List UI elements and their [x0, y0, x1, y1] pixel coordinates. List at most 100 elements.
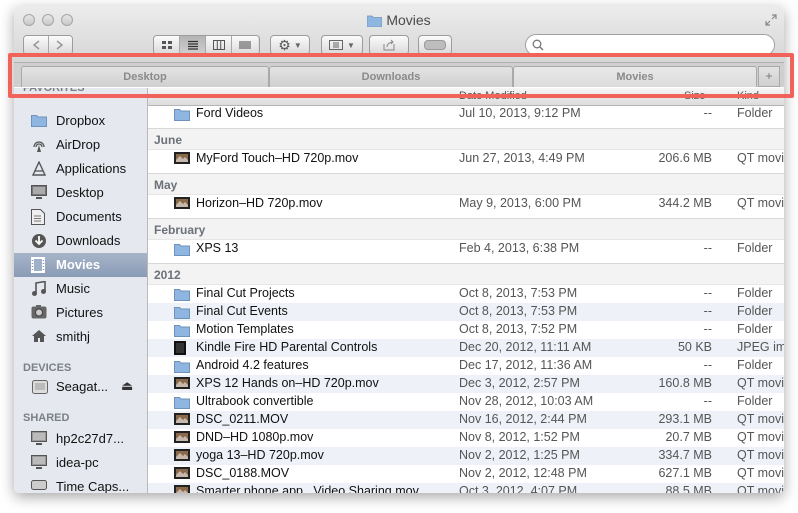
file-date: Nov 2, 2012, 1:25 PM	[459, 448, 580, 462]
group-header: 2012	[148, 263, 784, 285]
sidebar-item-airdrop[interactable]: AirDrop	[14, 133, 147, 157]
applications-icon	[31, 160, 49, 177]
file-date: Oct 3, 2012, 4:07 PM	[459, 484, 578, 493]
file-row[interactable]: Smarter phone app...Video Sharing.mov Oc…	[148, 483, 784, 493]
folder-icon	[174, 305, 190, 319]
sidebar-item-seagat[interactable]: Seagat... ⏏	[14, 375, 147, 399]
file-date: Dec 17, 2012, 11:36 AM	[459, 358, 593, 372]
folder-icon	[367, 15, 383, 27]
file-size: --	[703, 241, 712, 255]
movie-thumb-icon	[174, 413, 190, 427]
music-icon	[31, 280, 49, 297]
desktop-icon	[31, 185, 49, 201]
folder-icon	[174, 323, 190, 337]
file-row[interactable]: DSC_0211.MOV Nov 16, 2012, 2:44 PM 293.1…	[148, 411, 784, 429]
highlight-frame	[8, 53, 794, 98]
sidebar-item-label: Time Caps...	[56, 479, 130, 493]
file-name: DSC_0188.MOV	[196, 466, 290, 480]
forward-button[interactable]	[48, 36, 72, 54]
file-row[interactable]: Ford Videos Jul 10, 2013, 9:12 PM -- Fol…	[148, 105, 784, 123]
folder-icon	[174, 107, 190, 121]
sidebar-section-header: SHARED	[23, 412, 70, 424]
view-mode-control	[153, 35, 260, 55]
list-view-button[interactable]	[180, 36, 206, 54]
sidebar-item-documents[interactable]: Documents	[14, 205, 147, 229]
icon-view-button[interactable]	[154, 36, 180, 54]
folder-icon	[31, 113, 49, 129]
file-name: Horizon–HD 720p.mov	[196, 196, 323, 210]
file-name: Smarter phone app...Video Sharing.mov	[196, 484, 419, 493]
sidebar-item-downloads[interactable]: Downloads	[14, 229, 147, 253]
file-date: Feb 4, 2013, 6:38 PM	[459, 241, 580, 255]
sidebar-item-applications[interactable]: Applications	[14, 157, 147, 181]
file-row[interactable]: Final Cut Projects Oct 8, 2013, 7:53 PM …	[148, 285, 784, 303]
sidebar-item-hp2c27d7[interactable]: hp2c27d7...	[14, 427, 147, 451]
file-row[interactable]: Motion Templates Oct 8, 2013, 7:52 PM --…	[148, 321, 784, 339]
sidebar-item-label: Applications	[56, 161, 127, 176]
window-title-area: Movies	[14, 12, 784, 28]
window-title: Movies	[386, 12, 431, 28]
movies-icon	[31, 257, 49, 273]
sidebar-item-music[interactable]: Music	[14, 277, 147, 301]
file-date: Nov 8, 2012, 1:52 PM	[459, 430, 580, 444]
sidebar-item-dropbox[interactable]: Dropbox	[14, 109, 147, 133]
file-row[interactable]: DSC_0188.MOV Nov 2, 2012, 12:48 PM 627.1…	[148, 465, 784, 483]
movie-thumb-icon	[174, 449, 190, 463]
computer-icon	[31, 455, 49, 471]
file-date: Nov 28, 2012, 10:03 AM	[459, 394, 594, 408]
sidebar-item-label: Pictures	[56, 305, 103, 320]
file-kind: QT movi	[737, 376, 784, 390]
file-row[interactable]: yoga 13–HD 720p.mov Nov 2, 2012, 1:25 PM…	[148, 447, 784, 465]
file-row[interactable]: Final Cut Events Oct 8, 2013, 7:53 PM --…	[148, 303, 784, 321]
file-size: --	[703, 394, 712, 408]
file-row[interactable]: Ultrabook convertible Nov 28, 2012, 10:0…	[148, 393, 784, 411]
computer-icon	[31, 431, 49, 447]
file-kind: Folder	[737, 304, 773, 318]
movie-thumb-icon	[174, 197, 190, 211]
home-icon	[31, 329, 49, 345]
file-row[interactable]: MyFord Touch–HD 720p.mov Jun 27, 2013, 4…	[148, 150, 784, 168]
file-row[interactable]: DND–HD 1080p.mov Nov 8, 2012, 1:52 PM 20…	[148, 429, 784, 447]
file-row[interactable]: Horizon–HD 720p.mov May 9, 2013, 6:00 PM…	[148, 195, 784, 213]
share-button[interactable]	[369, 35, 409, 55]
column-view-button[interactable]	[206, 36, 232, 54]
cover-flow-icon	[239, 41, 251, 49]
drive-icon	[31, 379, 49, 395]
file-kind: QT movi	[737, 448, 784, 462]
sidebar-item-movies[interactable]: Movies	[14, 253, 147, 277]
back-button[interactable]	[24, 36, 49, 54]
sidebar-item-idea-pc[interactable]: idea-pc	[14, 451, 147, 475]
file-size: --	[703, 304, 712, 318]
file-kind: Folder	[737, 358, 773, 372]
file-name: Android 4.2 features	[196, 358, 309, 372]
movie-thumb-icon	[174, 377, 190, 391]
file-name: XPS 12 Hands on–HD 720p.mov	[196, 376, 379, 390]
grid-icon	[161, 41, 172, 49]
file-date: May 9, 2013, 6:00 PM	[459, 196, 582, 210]
file-row[interactable]: XPS 13 Feb 4, 2013, 6:38 PM -- Folder	[148, 240, 784, 258]
folder-icon	[174, 395, 190, 409]
share-icon	[383, 39, 395, 51]
file-kind: QT movi	[737, 412, 784, 426]
action-button[interactable]: ⚙ ▼	[270, 35, 310, 55]
arrange-button[interactable]: ▼	[321, 35, 363, 55]
sidebar-item-label: Music	[56, 281, 90, 296]
file-row[interactable]: XPS 12 Hands on–HD 720p.mov Dec 3, 2012,…	[148, 375, 784, 393]
sidebar-item-smithj[interactable]: smithj	[14, 325, 147, 349]
file-row[interactable]: Kindle Fire HD Parental Controls Dec 20,…	[148, 339, 784, 357]
fullscreen-icon[interactable]	[765, 13, 777, 26]
sidebar-item-label: Movies	[56, 257, 101, 272]
file-size: 50 KB	[677, 340, 712, 354]
cover-flow-button[interactable]	[232, 36, 258, 54]
sidebar-item-desktop[interactable]: Desktop	[14, 181, 147, 205]
sidebar-item-label: Documents	[56, 209, 122, 224]
sidebar-item-pictures[interactable]: Pictures	[14, 301, 147, 325]
file-kind: QT movi	[737, 466, 784, 480]
downloads-icon	[31, 233, 49, 249]
eject-icon[interactable]: ⏏	[121, 378, 133, 394]
columns-icon	[212, 40, 225, 50]
sidebar-item-label: Desktop	[56, 185, 104, 200]
file-row[interactable]: Android 4.2 features Dec 17, 2012, 11:36…	[148, 357, 784, 375]
tags-button[interactable]	[418, 35, 452, 55]
sidebar-item-time-caps[interactable]: Time Caps...	[14, 475, 147, 493]
